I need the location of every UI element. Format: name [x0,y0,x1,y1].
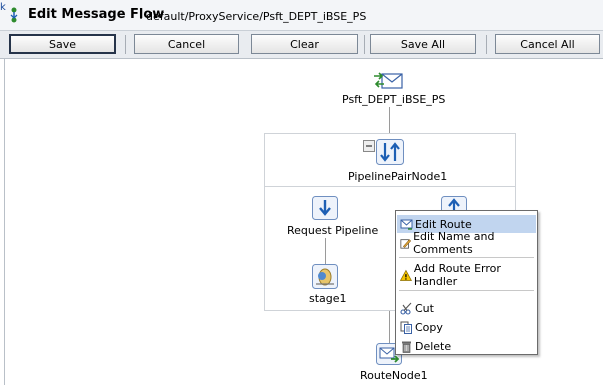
stage-label: stage1 [309,292,347,305]
collapse-icon[interactable] [363,140,375,152]
pipeline-pair-icon[interactable] [376,139,404,165]
back-link[interactable]: k [0,2,6,13]
menu-item-copy[interactable]: Copy [397,318,536,336]
edit-comment-icon [400,238,412,249]
menu-item-label: Cut [415,301,434,315]
save-all-button[interactable]: Save All [370,34,476,54]
clear-button[interactable]: Clear [251,34,358,54]
save-button[interactable]: Save [9,34,116,54]
route-node-label: RouteNode1 [360,369,428,382]
menu-item-label: Delete [415,339,452,353]
message-flow-icon [10,7,18,23]
toolbar: Save Cancel Clear Save All Cancel All [0,31,603,59]
menu-item-delete[interactable]: Delete [397,337,536,355]
page-title: Edit Message Flow [28,7,165,22]
menu-item-label: Edit Name and Comments [413,230,495,256]
flow-connector [389,107,390,133]
edit-route-icon [400,219,413,230]
menu-item-edit-name-comments[interactable]: Edit Name and Comments [397,230,536,256]
warning-icon [400,269,412,281]
copy-icon [400,321,412,334]
service-node-label: Psft_DEPT_iBSE_PS [342,93,446,106]
menu-separator [399,290,534,291]
title-separator: : [139,8,144,22]
trash-icon [402,341,411,353]
menu-item-label: Copy [415,320,443,334]
cancel-all-button[interactable]: Cancel All [495,34,600,54]
cancel-button[interactable]: Cancel [134,34,239,54]
menu-item-cut[interactable]: Cut [397,299,536,317]
toolbar-divider [125,35,126,54]
title-bar: k Edit Message Flow : default/ProxyServi… [0,0,603,31]
response-pipeline-icon[interactable] [441,196,467,210]
flow-connector [325,238,326,264]
request-pipeline-label: Request Pipeline [287,224,379,237]
breadcrumb-path: default/ProxyService/Psft_DEPT_iBSE_PS [146,10,367,23]
flow-connector [389,311,390,343]
toolbar-divider [486,35,487,54]
stage-icon[interactable] [312,264,338,289]
request-pipeline-icon[interactable] [312,196,338,220]
menu-separator [399,257,534,258]
scissors-icon [400,302,412,315]
toolbar-divider [364,35,365,54]
pipeline-pair-label: PipelinePairNode1 [348,170,448,183]
proxy-service-icon[interactable] [372,70,404,92]
pipeline-divider [264,186,516,187]
menu-item-label: Add Route Error Handler [413,262,501,288]
menu-item-add-route-error-handler[interactable]: Add Route Error Handler [397,262,536,288]
menu-item-label: Edit Route [415,217,472,231]
context-menu: Edit Route Edit Name and Comments Add Ro… [395,210,538,355]
